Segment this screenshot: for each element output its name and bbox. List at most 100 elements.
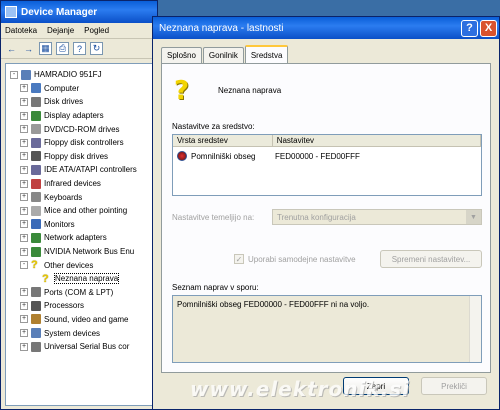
tree-node-label: Neznana naprava (53, 273, 120, 285)
expand-icon[interactable]: + (20, 152, 28, 161)
based-on-label: Nastavitve temeljijo na: (172, 213, 255, 222)
back-icon[interactable]: ← (5, 42, 18, 55)
device-class-icon (31, 192, 41, 203)
tree-node-label: System devices (44, 328, 101, 338)
collapse-icon[interactable]: - (10, 70, 18, 79)
expand-icon[interactable]: + (20, 179, 28, 188)
col-type-header[interactable]: Vrsta sredstev (173, 135, 273, 146)
tree-node-label: Infrared devices (44, 179, 101, 189)
conflict-text: Pomnilniški obseg FED00000 - FED00FFF ni… (177, 300, 370, 309)
menu-datoteka[interactable]: Datoteka (5, 26, 37, 35)
help-icon[interactable]: ? (73, 42, 86, 55)
properties-icon[interactable]: ▦ (39, 42, 52, 55)
device-class-icon (31, 151, 41, 162)
tree-node[interactable]: + Universal Serial Bus cor (10, 340, 154, 354)
col-setting-header[interactable]: Nastavitev (273, 135, 481, 146)
tree-node[interactable]: + Infrared devices (10, 177, 154, 191)
cancel-button[interactable]: Prekliči (421, 377, 487, 395)
tree-node-label: IDE ATA/ATAPI controllers (44, 165, 137, 175)
tab-driver[interactable]: Gonilnik (202, 47, 244, 63)
device-class-icon (31, 300, 41, 311)
tree-node[interactable]: + Floppy disk controllers (10, 136, 154, 150)
menu-pogled[interactable]: Pogled (84, 26, 109, 35)
tree-node[interactable]: + Sound, video and game (10, 313, 154, 327)
tree-node[interactable]: - HAMRADIO 951FJ (10, 68, 154, 82)
expand-icon[interactable]: + (20, 220, 28, 229)
close-button[interactable]: X (480, 19, 497, 37)
expand-icon[interactable]: + (20, 193, 28, 202)
tree-node[interactable]: + Disk drives (10, 95, 154, 109)
collapse-icon[interactable]: - (20, 261, 28, 270)
tree-node[interactable]: + System devices (10, 326, 154, 340)
device-class-icon (31, 328, 41, 339)
tree-node[interactable]: + Computer (10, 82, 154, 96)
device-class-icon (31, 178, 41, 189)
expand-icon[interactable]: + (20, 125, 28, 134)
tree-node-label: Sound, video and game (44, 314, 129, 324)
unknown-device-icon: ? (31, 259, 38, 272)
expand-icon[interactable]: + (20, 165, 28, 174)
device-class-icon (31, 164, 41, 175)
tree-node[interactable]: ? Neznana naprava (10, 272, 154, 286)
tree-node[interactable]: + Monitors (10, 218, 154, 232)
expand-icon[interactable]: + (20, 138, 28, 147)
change-setting-button[interactable]: Spremeni nastavitev... (380, 250, 482, 268)
refresh-icon[interactable]: ↻ (90, 42, 103, 55)
expand-icon[interactable]: + (20, 288, 28, 297)
print-icon[interactable]: ⎙ (56, 42, 69, 55)
tab-general[interactable]: Splošno (161, 47, 202, 63)
tree-node[interactable]: + Floppy disk drives (10, 150, 154, 164)
tree-node-label: Floppy disk drives (44, 151, 109, 161)
expand-icon[interactable]: + (20, 301, 28, 310)
tab-resources[interactable]: Sredstva (244, 45, 289, 63)
tree-node[interactable]: + Display adapters (10, 109, 154, 123)
dlg-titlebar[interactable]: Neznana naprava - lastnosti ? X (153, 17, 499, 39)
tree-node[interactable]: + IDE ATA/ATAPI controllers (10, 163, 154, 177)
expand-icon[interactable]: + (20, 111, 28, 120)
device-tree[interactable]: - HAMRADIO 951FJ + Computer + Disk drives + Dis… (5, 63, 155, 406)
tree-node-label: Other devices (44, 260, 94, 270)
tree-node[interactable]: + Network adapters (10, 231, 154, 245)
resource-row[interactable]: Pomnilniški obseg FED00000 - FED00FFF (173, 149, 481, 163)
expand-icon[interactable]: + (20, 315, 28, 324)
tree-node[interactable]: + Processors (10, 299, 154, 313)
resource-list-header: Vrsta sredstev Nastavitev (173, 135, 481, 147)
tree-node[interactable]: -? Other devices (10, 258, 154, 272)
unknown-device-icon: ? (174, 76, 190, 106)
forward-icon[interactable]: → (22, 42, 35, 55)
unknown-device-icon: ? (42, 272, 49, 285)
resources-panel: ? Neznana naprava Nastavitve za sredstvo… (161, 63, 491, 373)
dlg-title: Neznana naprava - lastnosti (159, 22, 284, 34)
expand-icon[interactable]: + (20, 206, 28, 215)
device-class-icon (31, 137, 41, 148)
tree-node[interactable]: + Mice and other pointing (10, 204, 154, 218)
expand-icon[interactable]: + (20, 329, 28, 338)
expand-icon[interactable]: + (20, 233, 28, 242)
tree-node[interactable]: + NVIDIA Network Bus Enu (10, 245, 154, 259)
based-on-select[interactable]: Trenutna konfiguracija ▼ (272, 209, 482, 225)
menu-dejanje[interactable]: Dejanje (47, 26, 74, 35)
tree-node[interactable]: + DVD/CD-ROM drives (10, 122, 154, 136)
tab-strip: Splošno Gonilnik Sredstva (161, 45, 289, 63)
conflict-scrollbar[interactable] (469, 296, 481, 362)
expand-icon[interactable]: + (20, 84, 28, 93)
tree-node[interactable]: + Keyboards (10, 190, 154, 204)
expand-icon[interactable]: + (20, 97, 28, 106)
device-class-icon (31, 219, 41, 230)
device-class-icon (31, 246, 41, 257)
conflict-list[interactable]: Pomnilniški obseg FED00000 - FED00FFF ni… (172, 295, 482, 363)
tree-node[interactable]: + Ports (COM & LPT) (10, 286, 154, 300)
auto-settings-checkbox[interactable]: ✓ Uporabi samodejne nastavitve (234, 254, 356, 264)
device-class-icon (31, 83, 41, 94)
properties-dialog: Neznana naprava - lastnosti ? X Splošno … (152, 16, 500, 410)
expand-icon[interactable]: + (20, 342, 28, 351)
dm-titlebar[interactable]: Device Manager (1, 1, 157, 23)
expand-icon[interactable]: + (20, 247, 28, 256)
dm-title: Device Manager (21, 6, 98, 18)
resource-value: FED00000 - FED00FFF (275, 151, 360, 161)
dm-toolbar: ← → ▦ ⎙ ? ↻ (1, 39, 157, 59)
device-class-icon (31, 205, 41, 216)
device-manager-window: Device Manager Datoteka Dejanje Pogled ←… (0, 0, 158, 410)
help-button[interactable]: ? (461, 19, 478, 37)
resource-list[interactable]: Vrsta sredstev Nastavitev Pomnilniški ob… (172, 134, 482, 196)
